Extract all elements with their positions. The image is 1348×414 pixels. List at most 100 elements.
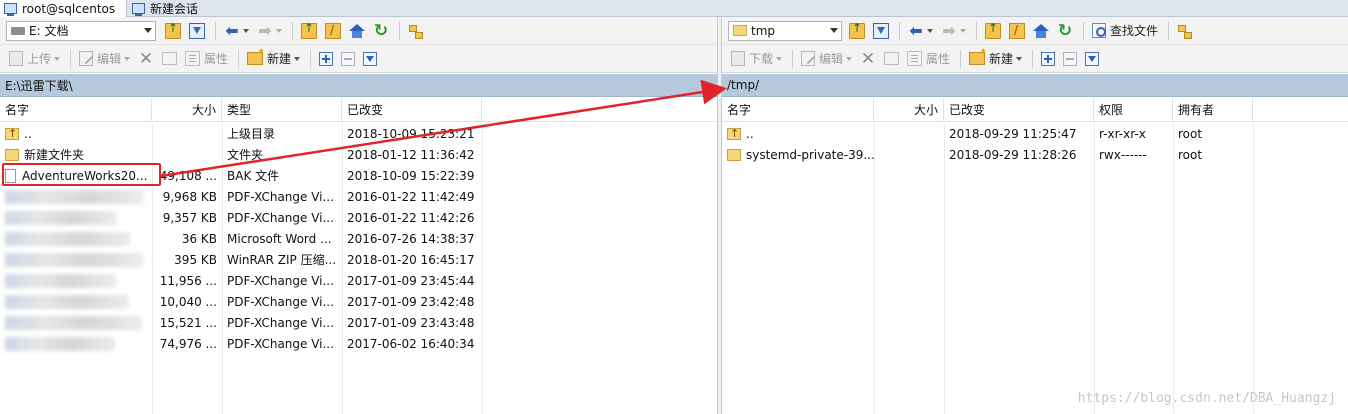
filter-select-button[interactable] xyxy=(1082,48,1102,70)
root-dir-button[interactable] xyxy=(1006,20,1028,42)
home-button[interactable] xyxy=(346,20,368,42)
new-button[interactable]: 新建 xyxy=(966,47,1025,70)
local-path-bar[interactable]: E:\迅雷下载\ xyxy=(0,74,717,97)
delete-icon: ✕ xyxy=(860,48,876,69)
edit-button[interactable]: 编辑 xyxy=(798,48,855,70)
separator xyxy=(310,49,312,68)
column-size[interactable]: 大小 xyxy=(874,98,944,122)
filter-select-button[interactable] xyxy=(360,48,380,70)
tab-label: 新建会话 xyxy=(150,2,199,16)
select-all-button[interactable] xyxy=(1038,48,1058,70)
cell-rights: r-xr-xr-x xyxy=(1099,127,1146,141)
cell-modified: 2018-09-29 11:28:26 xyxy=(949,148,1077,162)
cell-size: 11,956 ... xyxy=(159,274,217,288)
properties-button[interactable]: 属性 xyxy=(182,48,231,70)
rename-icon xyxy=(884,52,900,65)
separator xyxy=(70,49,72,68)
column-name[interactable]: 名字 xyxy=(0,98,152,122)
file-row[interactable]: 74,976 ... PDF-XChange Vi... 2017-06-02 16… xyxy=(0,334,717,355)
refresh-button[interactable]: ↻ xyxy=(1054,20,1076,42)
cell-type: PDF-XChange Vi... xyxy=(227,295,334,309)
file-row[interactable]: .. 2018-09-29 11:25:47 r-xr-xr-x root xyxy=(722,124,1348,145)
column-type[interactable]: 类型 xyxy=(222,98,342,122)
file-row[interactable]: 9,968 KB PDF-XChange Vi... 2016-01-22 11:4… xyxy=(0,187,717,208)
delete-button[interactable]: ✕ xyxy=(135,48,157,70)
cell-type: 文件夹 xyxy=(227,148,264,162)
properties-button[interactable]: 属性 xyxy=(904,48,953,70)
local-drive-select[interactable]: E: 文档 xyxy=(6,20,156,41)
file-row[interactable]: 36 KB Microsoft Word ... 2016-07-26 14:38:… xyxy=(0,229,717,250)
tab-new-session[interactable]: 新建会话 xyxy=(128,0,210,17)
forward-button[interactable]: ➡ xyxy=(254,20,285,42)
root-dir-button[interactable] xyxy=(322,20,344,42)
column-divider xyxy=(1094,123,1095,414)
chevron-down-icon xyxy=(960,28,966,33)
cell-name xyxy=(0,187,152,208)
file-row[interactable]: 395 KB WinRAR ZIP 压缩... 2018-01-20 16:45:1… xyxy=(0,250,717,271)
tree-button[interactable] xyxy=(405,20,427,42)
minus-icon xyxy=(1063,51,1078,66)
back-button[interactable]: ⬅ xyxy=(905,20,936,42)
select-all-button[interactable] xyxy=(316,48,336,70)
separator xyxy=(1032,49,1034,68)
find-files-button[interactable]: 查找文件 xyxy=(1089,20,1161,42)
open-folder-button[interactable] xyxy=(162,20,184,42)
cell-size xyxy=(874,124,944,145)
open-folder-button[interactable] xyxy=(846,20,868,42)
delete-button[interactable]: ✕ xyxy=(857,48,879,70)
watermark: https://blog.csdn.net/DBA_Huangzj xyxy=(1077,391,1336,406)
column-owner[interactable]: 拥有者 xyxy=(1173,98,1253,122)
new-button[interactable]: 新建 xyxy=(244,47,303,70)
filter-button[interactable] xyxy=(186,20,208,42)
new-label: 新建 xyxy=(989,52,1014,66)
upload-button[interactable]: 上传 xyxy=(6,48,63,70)
column-modified[interactable]: 已改变 xyxy=(342,98,482,122)
file-row[interactable]: systemd-private-39... 2018-09-29 11:28:26… xyxy=(722,145,1348,166)
cell-type: WinRAR ZIP 压缩... xyxy=(227,253,337,267)
file-row[interactable]: 10,040 ... PDF-XChange Vi... 2017-01-09 23… xyxy=(0,292,717,313)
download-button[interactable]: 下载 xyxy=(728,48,785,70)
forward-button[interactable]: ➡ xyxy=(938,20,969,42)
filter-icon xyxy=(189,22,205,39)
file-name: systemd-private-39... xyxy=(746,148,874,162)
cell-type: PDF-XChange Vi... xyxy=(227,211,334,225)
cell-rights: rwx------ xyxy=(1099,148,1147,162)
cell-modified: 2017-06-02 16:40:34 xyxy=(347,337,475,351)
redacted-name xyxy=(5,274,116,288)
refresh-button[interactable]: ↻ xyxy=(370,20,392,42)
file-row[interactable]: 15,521 ... PDF-XChange Vi... 2017-01-09 23… xyxy=(0,313,717,334)
file-row[interactable]: 9,357 KB PDF-XChange Vi... 2016-01-22 11:4… xyxy=(0,208,717,229)
column-divider xyxy=(1253,123,1254,414)
file-row[interactable]: .. 上级目录 2018-10-09 15:23:21 xyxy=(0,124,717,145)
tab-session-root[interactable]: root@sqlcentos xyxy=(0,0,127,17)
parent-dir-button[interactable] xyxy=(982,20,1004,42)
open-folder-icon xyxy=(849,21,865,39)
rename-button[interactable] xyxy=(159,48,180,70)
rename-button[interactable] xyxy=(881,48,902,70)
tree-button[interactable] xyxy=(1174,20,1196,42)
deselect-button[interactable] xyxy=(1060,48,1080,70)
remote-path-bar[interactable]: /tmp/ xyxy=(722,74,1348,97)
parent-dir-button[interactable] xyxy=(298,20,320,42)
file-row[interactable]: 11,956 ... PDF-XChange Vi... 2017-01-09 23… xyxy=(0,271,717,292)
cell-type: BAK 文件 xyxy=(227,169,280,183)
column-size[interactable]: 大小 xyxy=(152,98,222,122)
deselect-button[interactable] xyxy=(338,48,358,70)
back-button[interactable]: ⬅ xyxy=(221,20,252,42)
filter-button[interactable] xyxy=(870,20,892,42)
separator xyxy=(960,49,962,68)
column-modified[interactable]: 已改变 xyxy=(944,98,1094,122)
cell-type: PDF-XChange Vi... xyxy=(227,337,334,351)
edit-icon xyxy=(79,51,94,66)
new-label: 新建 xyxy=(267,52,292,66)
column-divider xyxy=(874,123,875,414)
cell-type: PDF-XChange Vi... xyxy=(227,190,334,204)
edit-button[interactable]: 编辑 xyxy=(76,48,133,70)
remote-dir-label: tmp xyxy=(751,23,776,38)
column-name[interactable]: 名字 xyxy=(722,98,874,122)
home-button[interactable] xyxy=(1030,20,1052,42)
remote-dir-select[interactable]: tmp xyxy=(728,20,842,41)
home-icon xyxy=(349,23,365,38)
column-rights[interactable]: 权限 xyxy=(1094,98,1173,122)
separator xyxy=(399,21,400,40)
